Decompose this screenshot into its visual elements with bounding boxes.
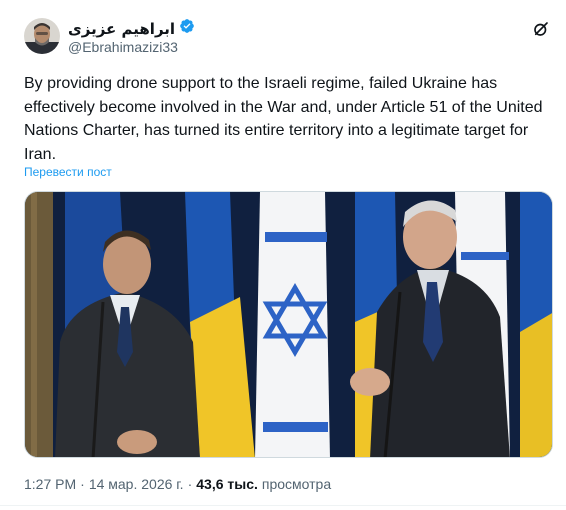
- author-display-name[interactable]: ابراهیم عزیزی: [68, 20, 175, 38]
- views-label: просмотра: [261, 476, 332, 492]
- author-handle[interactable]: @Ebrahimazizi33: [68, 39, 178, 55]
- tweet-date[interactable]: 14 мар. 2026 г.: [89, 476, 184, 492]
- avatar[interactable]: [24, 18, 60, 54]
- tweet-time[interactable]: 1:27 PM: [24, 476, 76, 492]
- translate-post-link[interactable]: Перевести пост: [24, 165, 112, 179]
- tweet-card: ابراهیم عزیزی @Ebrahimazizi33 By providi…: [0, 0, 566, 510]
- views-count: 43,6 тыс.: [196, 476, 258, 492]
- divider: [0, 505, 566, 506]
- meta-separator: ·: [187, 476, 193, 492]
- grok-icon[interactable]: [532, 20, 550, 38]
- verified-badge-icon: [179, 18, 195, 39]
- tweet-header: ابراهیم عزیزی @Ebrahimazizi33: [24, 14, 550, 60]
- author-name-row[interactable]: ابراهیم عزیزی: [68, 18, 195, 39]
- tweet-text: By providing drone support to the Israel…: [24, 75, 543, 163]
- tweet-meta: 1:27 PM · 14 мар. 2026 г. · 43,6 тыс. пр…: [24, 476, 331, 492]
- meta-separator: ·: [80, 476, 85, 492]
- tweet-photo[interactable]: [24, 191, 553, 458]
